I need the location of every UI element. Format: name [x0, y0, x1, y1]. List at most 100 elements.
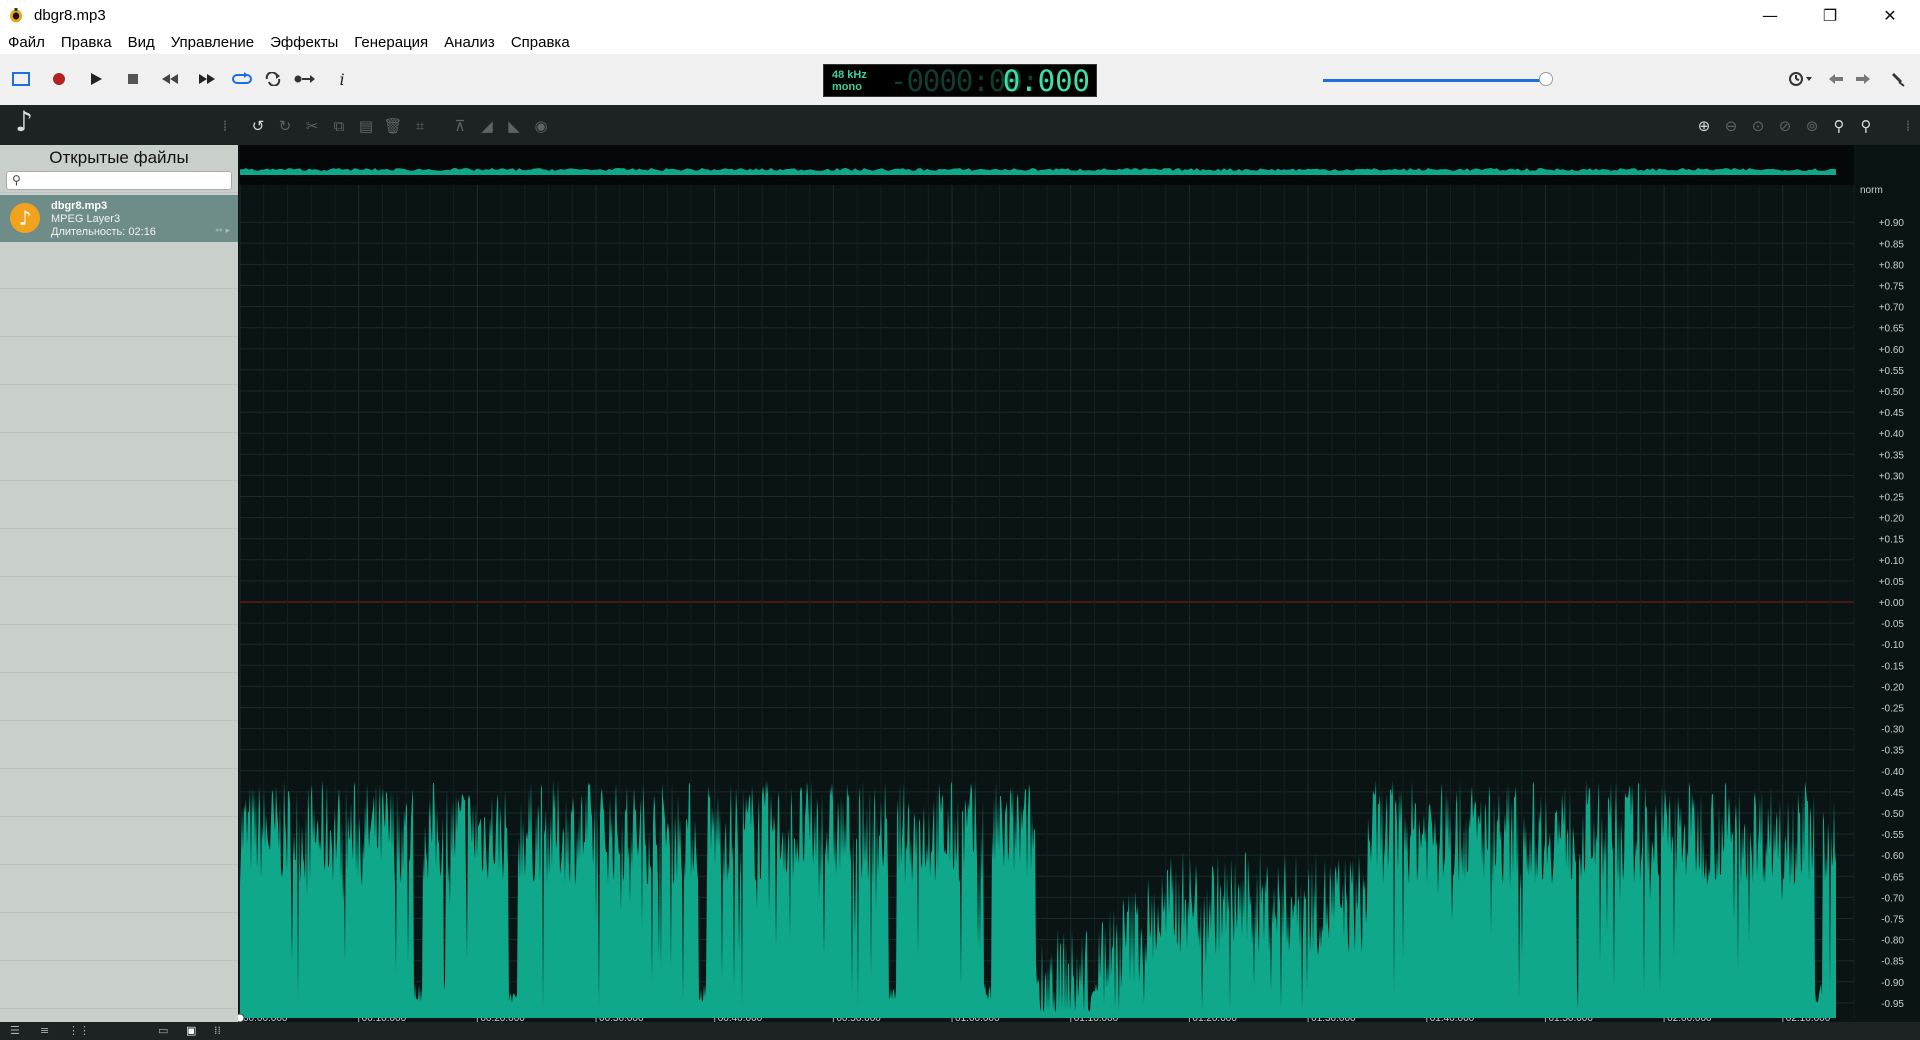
amplitude-label: -0.15 — [1881, 661, 1904, 672]
title-bar: dbgr8.mp3 — ❐ ✕ — [0, 0, 1920, 30]
zoom-selection-icon[interactable]: ⊙ — [1747, 115, 1769, 137]
info-icon[interactable]: i — [329, 66, 355, 92]
delete-icon[interactable]: 🗑 — [382, 115, 404, 137]
zoom-full-icon[interactable]: ⊚ — [1801, 115, 1823, 137]
menu-control[interactable]: Управление — [163, 34, 262, 51]
waveform-editor[interactable]: +0.90 +0.85 +0.80 +0.75 +0.70 +0.65 +0.60 +0.55… — [238, 145, 1920, 1022]
skip-silence-icon[interactable] — [292, 66, 318, 92]
amplitude-label: +0.55 — [1879, 366, 1905, 377]
copy-icon[interactable]: ⧉ — [328, 115, 350, 137]
grid-view-icon[interactable]: ⋮⋮ — [68, 1024, 90, 1037]
volume-slider-thumb[interactable] — [1539, 72, 1554, 86]
pin-icon[interactable] — [1885, 66, 1911, 92]
amplitude-label: +0.75 — [1879, 282, 1905, 293]
amplitude-label: -0.05 — [1881, 619, 1904, 630]
scale-unit-label: norm — [1860, 185, 1883, 196]
close-button[interactable]: ✕ — [1860, 0, 1920, 30]
list-view-icon[interactable]: ☰ — [10, 1024, 20, 1037]
menu-help[interactable]: Справка — [503, 34, 578, 51]
zoom-in-icon[interactable]: ⊕ — [1693, 115, 1715, 137]
grip-icon: ⁞⁞ — [214, 1024, 221, 1037]
toolbar-grip-right-icon: ⁞ — [1905, 117, 1911, 135]
stop-icon[interactable] — [120, 66, 146, 92]
window-controls: — ❐ ✕ — [1740, 0, 1920, 30]
vertical-zoom-in-icon[interactable]: ⚲ — [1828, 115, 1850, 137]
repeat-icon[interactable] — [260, 66, 286, 92]
music-note-icon: ♪ — [15, 104, 33, 138]
amplitude-label: +0.00 — [1879, 598, 1905, 609]
file-name: dbgr8.mp3 — [51, 200, 108, 212]
fade-in-icon[interactable]: ◢ — [476, 115, 498, 137]
amplitude-label: +0.90 — [1879, 218, 1905, 229]
amplitude-label: +0.80 — [1879, 260, 1905, 271]
loop-icon[interactable] — [229, 66, 255, 92]
amplitude-label: +0.05 — [1879, 577, 1905, 588]
amplitude-label: -0.20 — [1881, 682, 1904, 693]
selection-mode-icon[interactable] — [8, 66, 34, 92]
effects-icon[interactable]: ◉ — [530, 115, 552, 137]
amplitude-label: -0.90 — [1881, 978, 1904, 989]
amplitude-label: -0.45 — [1881, 788, 1904, 799]
file-format: MPEG Layer3 — [51, 213, 121, 225]
file-actions-icon[interactable]: ⇔ ▸ — [215, 226, 230, 236]
panel-left-icon[interactable]: ▭ — [158, 1024, 168, 1037]
amplitude-label: +0.85 — [1879, 239, 1905, 250]
crop-icon[interactable]: ⌗ — [409, 115, 431, 137]
menu-effects[interactable]: Эффекты — [262, 34, 346, 51]
maximize-button[interactable]: ❐ — [1800, 0, 1860, 30]
file-list-item[interactable]: ♪ dbgr8.mp3 MPEG Layer3 Длительность: 02… — [0, 195, 238, 242]
normalize-icon[interactable]: ⊼ — [449, 115, 471, 137]
search-icon: ⚲ — [12, 173, 21, 187]
file-duration: Длительность: 02:16 — [51, 226, 156, 238]
history-dropdown-icon[interactable] — [1785, 66, 1817, 92]
fast-forward-icon[interactable] — [194, 66, 220, 92]
cut-icon[interactable]: ✂ — [301, 115, 323, 137]
arrow-left-icon[interactable] — [1823, 66, 1849, 92]
overview-strip[interactable] — [240, 145, 1854, 185]
amplitude-label: +0.65 — [1879, 324, 1905, 335]
amplitude-label: +0.40 — [1879, 429, 1905, 440]
record-icon[interactable] — [46, 66, 72, 92]
amplitude-label: -0.40 — [1881, 767, 1904, 778]
menu-edit[interactable]: Правка — [53, 34, 120, 51]
amplitude-label: +0.50 — [1879, 387, 1905, 398]
amplitude-label: -0.35 — [1881, 746, 1904, 757]
app-logo-icon — [10, 8, 22, 23]
audio-file-icon: ♪ — [10, 203, 40, 233]
panel-toggle-icon[interactable]: ▣ — [186, 1024, 196, 1037]
amplitude-label: +0.60 — [1879, 345, 1905, 356]
zoom-fit-icon[interactable]: ⊘ — [1774, 115, 1796, 137]
playhead-marker[interactable] — [238, 1013, 245, 1022]
amplitude-label: -0.95 — [1881, 999, 1904, 1010]
amplitude-label: -0.75 — [1881, 915, 1904, 926]
transport-bar: i 48 kHz mono -0000:00:0 0.000 — [0, 54, 1920, 105]
amplitude-label: +0.25 — [1879, 493, 1905, 504]
window-title: dbgr8.mp3 — [34, 6, 106, 24]
amplitude-label: -0.10 — [1881, 640, 1904, 651]
volume-slider[interactable] — [1323, 72, 1557, 86]
sample-rate-label: 48 kHz mono — [832, 69, 867, 93]
menu-generate[interactable]: Генерация — [346, 34, 436, 51]
toolbar-grip-icon: ⁞ — [222, 117, 228, 135]
compact-view-icon[interactable]: ≡ — [40, 1024, 49, 1037]
paste-icon[interactable]: ▤ — [355, 115, 377, 137]
minimize-button[interactable]: — — [1740, 0, 1800, 30]
vertical-zoom-out-icon[interactable]: ⚲ — [1855, 115, 1877, 137]
menu-view[interactable]: Вид — [120, 34, 163, 51]
menu-analyze[interactable]: Анализ — [436, 34, 503, 51]
amplitude-label: -0.70 — [1881, 893, 1904, 904]
amplitude-label: +0.30 — [1879, 471, 1905, 482]
amplitude-label: +0.10 — [1879, 556, 1905, 567]
fade-out-icon[interactable]: ◣ — [503, 115, 525, 137]
file-search-input[interactable]: ⚲ — [6, 171, 232, 190]
play-icon[interactable] — [83, 66, 109, 92]
open-files-title: Открытые файлы — [0, 145, 238, 171]
redo-icon[interactable]: ↻ — [274, 115, 296, 137]
rewind-icon[interactable] — [157, 66, 183, 92]
undo-icon[interactable]: ↺ — [247, 115, 269, 137]
sample-rate-value: 48 kHz — [832, 69, 867, 81]
arrow-right-icon[interactable] — [1850, 66, 1876, 92]
zoom-out-icon[interactable]: ⊖ — [1720, 115, 1742, 137]
waveform-canvas[interactable]: +0.90 +0.85 +0.80 +0.75 +0.70 +0.65 +0.60 +0.55… — [238, 145, 1920, 1022]
menu-file[interactable]: Файл — [0, 34, 53, 51]
